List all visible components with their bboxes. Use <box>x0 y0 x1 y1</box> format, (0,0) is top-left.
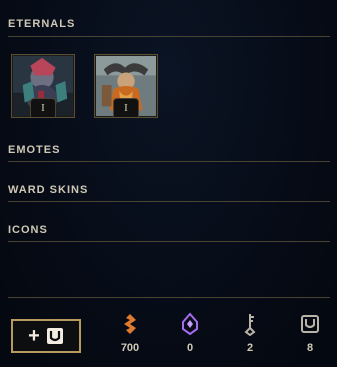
section-title-ward-skins[interactable]: WARD SKINS <box>8 184 88 196</box>
section-title-icons[interactable]: ICONS <box>8 224 48 236</box>
tier-badge: I <box>30 98 56 117</box>
divider <box>8 161 330 162</box>
currency-keys: 2 <box>230 312 270 354</box>
plus-icon: + <box>28 324 40 347</box>
mythic-essence-icon <box>182 312 198 336</box>
footer-divider <box>8 297 330 298</box>
orange-essence-icon <box>124 314 136 334</box>
chest-icon <box>46 328 63 344</box>
add-chest-button[interactable]: + <box>11 319 81 353</box>
section-title-emotes[interactable]: EMOTES <box>8 144 60 156</box>
currency-mythic-essence: 0 <box>170 312 210 354</box>
eternal-tile-1[interactable]: I <box>11 54 75 118</box>
divider <box>8 241 330 242</box>
chest-icon <box>301 315 319 333</box>
section-title-eternals[interactable]: ETERNALS <box>8 18 75 30</box>
tier-badge: I <box>113 98 139 117</box>
eternal-tile-2[interactable]: I <box>94 54 158 118</box>
currency-chests: 8 <box>290 312 330 354</box>
currency-orange-essence: 700 <box>110 312 150 354</box>
key-icon <box>244 314 256 336</box>
divider <box>8 36 330 37</box>
divider <box>8 201 330 202</box>
